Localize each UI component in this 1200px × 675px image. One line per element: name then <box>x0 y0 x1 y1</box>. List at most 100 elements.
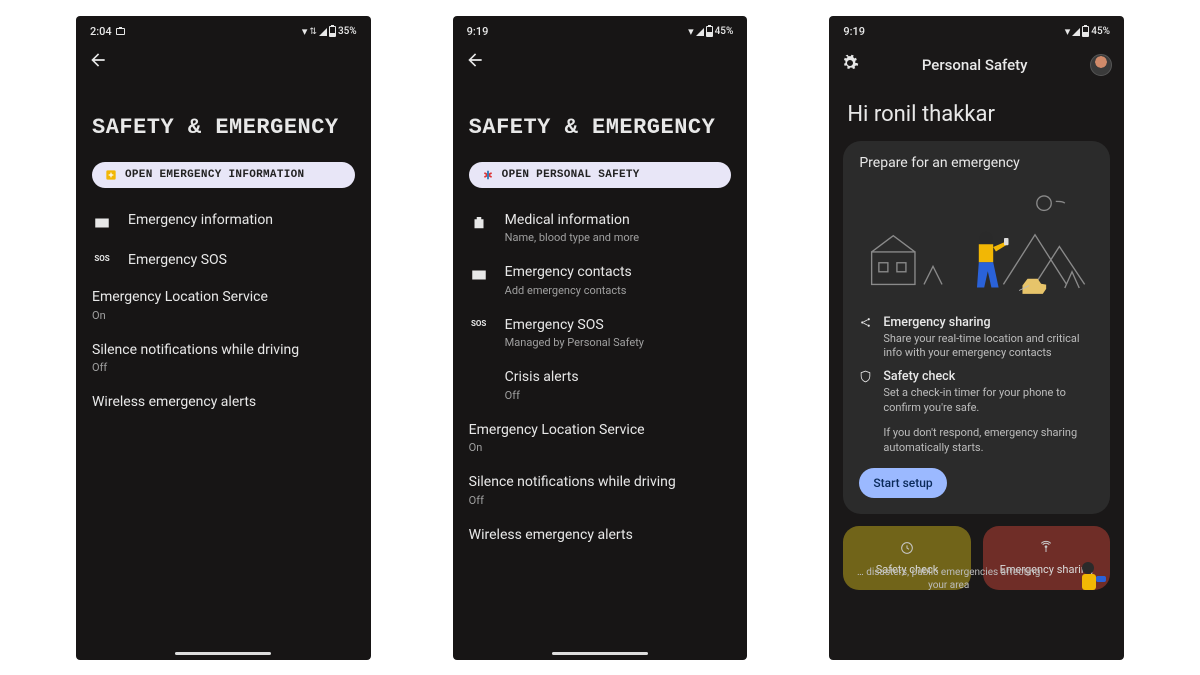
row-silence-notifications-driving[interactable]: Silence notifications while driving Off <box>76 332 371 385</box>
open-emergency-info-chip[interactable]: OPEN EMERGENCY INFORMATION <box>92 162 355 188</box>
row-emergency-contacts[interactable]: Emergency contacts Add emergency contact… <box>453 254 748 307</box>
quick-tiles: Safety check Emergency sharing … disaste… <box>829 514 1124 590</box>
row-title: Silence notifications while driving <box>469 474 732 492</box>
settings-list: Medical information Name, blood type and… <box>453 198 748 559</box>
signal-icon <box>319 28 327 36</box>
share-icon <box>859 315 873 362</box>
phone-1: 2:04 ▾ ⇅ 35% SAFETY & EMERGENCY OPEN EME… <box>76 16 371 660</box>
row-subtitle: Off <box>92 361 355 374</box>
battery-indicator: 35% <box>329 26 357 37</box>
card-header: Prepare for an emergency <box>859 155 1094 171</box>
sos-icon: SOS <box>92 252 112 263</box>
row-title: Emergency Location Service <box>469 422 732 440</box>
row-title: Emergency information <box>128 212 273 230</box>
network-icon: ⇅ <box>309 27 317 37</box>
row-silence-notifications-driving[interactable]: Silence notifications while driving Off <box>453 464 748 517</box>
battery-indicator: 45% <box>1082 26 1110 37</box>
feature-title: Emergency sharing <box>883 315 1094 330</box>
battery-percent: 45% <box>1091 26 1110 37</box>
feature-safety-check: Safety check Set a check-in timer for yo… <box>859 369 1094 416</box>
status-bar: 9:19 ▾ 45% <box>453 16 748 42</box>
greeting: Hi ronil thakkar <box>829 88 1124 135</box>
id-card-icon <box>469 264 489 284</box>
signal-icon <box>696 28 704 36</box>
gear-icon[interactable] <box>841 54 859 76</box>
battery-percent: 45% <box>715 26 734 37</box>
camera-icon <box>116 28 125 35</box>
status-bar: 9:19 ▾ 45% <box>829 16 1124 42</box>
phone-3: 9:19 ▾ 45% Personal Safety Hi ronil thak… <box>829 16 1124 660</box>
wifi-icon: ▾ <box>688 25 694 38</box>
row-emergency-sos[interactable]: SOS Emergency SOS Managed by Personal Sa… <box>453 307 748 360</box>
home-indicator[interactable] <box>552 652 648 655</box>
status-bar: 2:04 ▾ ⇅ 35% <box>76 16 371 42</box>
wifi-icon: ▾ <box>1065 25 1071 38</box>
row-title: Emergency contacts <box>505 264 632 282</box>
row-medical-information[interactable]: Medical information Name, blood type and… <box>453 202 748 255</box>
card-note: If you don't respond, emergency sharing … <box>883 426 1094 456</box>
back-icon[interactable] <box>465 50 485 74</box>
corner-illustration <box>1070 558 1114 598</box>
status-time: 9:19 <box>843 25 865 38</box>
back-icon[interactable] <box>88 50 108 74</box>
chip-label: OPEN PERSONAL SAFETY <box>502 169 640 181</box>
page-title: Personal Safety <box>922 56 1028 74</box>
row-subtitle: On <box>92 309 355 322</box>
shield-icon <box>859 369 873 416</box>
status-time: 2:04 <box>90 25 112 38</box>
clock-icon <box>899 540 915 559</box>
row-title: Wireless emergency alerts <box>469 527 732 545</box>
medical-icon <box>469 212 489 232</box>
wifi-icon: ▾ <box>302 25 308 38</box>
signal-icon <box>1072 28 1080 36</box>
row-title: Emergency Location Service <box>92 289 355 307</box>
tile-label: Safety check <box>876 563 939 576</box>
button-label: Start setup <box>873 476 932 490</box>
open-personal-safety-chip[interactable]: OPEN PERSONAL SAFETY <box>469 162 732 188</box>
start-setup-button[interactable]: Start setup <box>859 468 946 498</box>
page-title: SAFETY & EMERGENCY <box>453 82 748 156</box>
top-bar <box>453 42 748 82</box>
chip-label: OPEN EMERGENCY INFORMATION <box>125 169 304 181</box>
prepare-card: Prepare for an emergency <box>843 141 1110 514</box>
row-title: Wireless emergency alerts <box>92 394 355 412</box>
row-subtitle: Off <box>505 389 579 402</box>
row-crisis-alerts[interactable]: Crisis alerts Off <box>453 359 748 412</box>
asterisk-icon <box>481 168 495 182</box>
feature-title: Safety check <box>883 369 1094 384</box>
row-wireless-emergency-alerts[interactable]: Wireless emergency alerts <box>453 517 748 555</box>
row-subtitle: Off <box>469 494 732 507</box>
feature-subtitle: Share your real-time location and critic… <box>883 332 1094 362</box>
battery-percent: 35% <box>338 26 357 37</box>
avatar[interactable] <box>1090 54 1112 76</box>
card-illustration <box>859 179 1094 305</box>
feature-emergency-sharing: Emergency sharing Share your real-time l… <box>859 315 1094 362</box>
broadcast-icon <box>1038 540 1054 559</box>
home-indicator[interactable] <box>175 652 271 655</box>
plus-box-icon <box>104 168 118 182</box>
row-title: Emergency SOS <box>505 317 644 335</box>
row-emergency-location-service[interactable]: Emergency Location Service On <box>76 279 371 332</box>
row-emergency-information[interactable]: Emergency information <box>76 202 371 242</box>
status-time: 9:19 <box>467 25 489 38</box>
row-subtitle: Managed by Personal Safety <box>505 336 644 349</box>
id-card-icon <box>92 212 112 232</box>
phone-2: 9:19 ▾ 45% SAFETY & EMERGENCY OPEN PERSO… <box>453 16 748 660</box>
row-title: Crisis alerts <box>505 369 579 387</box>
battery-indicator: 45% <box>706 26 734 37</box>
page-title: SAFETY & EMERGENCY <box>76 82 371 156</box>
row-title: Emergency SOS <box>128 252 227 270</box>
settings-list: Emergency information SOS Emergency SOS … <box>76 198 371 426</box>
row-title: Medical information <box>505 212 639 230</box>
row-subtitle: Add emergency contacts <box>505 284 632 297</box>
feature-subtitle: Set a check-in timer for your phone to c… <box>883 386 1094 416</box>
row-subtitle: Name, blood type and more <box>505 231 639 244</box>
tile-safety-check[interactable]: Safety check <box>843 526 970 590</box>
row-wireless-emergency-alerts[interactable]: Wireless emergency alerts <box>76 384 371 422</box>
row-emergency-sos[interactable]: SOS Emergency SOS <box>76 242 371 280</box>
row-emergency-location-service[interactable]: Emergency Location Service On <box>453 412 748 465</box>
row-subtitle: On <box>469 441 732 454</box>
blank-icon <box>469 369 489 371</box>
sos-icon: SOS <box>469 317 489 328</box>
row-title: Silence notifications while driving <box>92 342 355 360</box>
